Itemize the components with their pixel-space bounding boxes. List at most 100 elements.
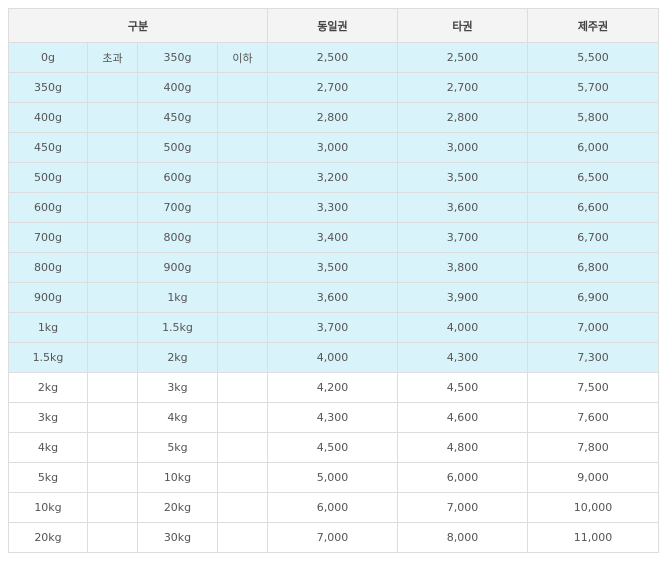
cell-weight-from: 0g <box>8 42 88 73</box>
table-row: 600g 700g 3,300 3,600 6,600 <box>8 192 659 223</box>
cell-rate-other: 2,800 <box>397 102 528 133</box>
cell-rate-other: 3,800 <box>397 252 528 283</box>
cell-rate-other: 4,500 <box>397 372 528 403</box>
cell-weight-to: 900g <box>137 252 218 283</box>
cell-under-label <box>217 222 268 253</box>
cell-over-label <box>87 342 138 373</box>
cell-rate-jeju: 6,500 <box>527 162 659 193</box>
cell-weight-to: 400g <box>137 72 218 103</box>
cell-over-label <box>87 102 138 133</box>
cell-rate-jeju: 10,000 <box>527 492 659 523</box>
table-row: 1.5kg 2kg 4,000 4,300 7,300 <box>8 342 659 373</box>
cell-rate-jeju: 6,000 <box>527 132 659 163</box>
cell-over-label <box>87 432 138 463</box>
table-body: 0g 초과 350g 이하 2,500 2,500 5,500 350g 400g 2,700 2,… <box>8 42 659 553</box>
table-row: 5kg 10kg 5,000 6,000 9,000 <box>8 462 659 493</box>
cell-rate-jeju: 5,800 <box>527 102 659 133</box>
table-row: 700g 800g 3,400 3,700 6,700 <box>8 222 659 253</box>
table-row: 800g 900g 3,500 3,800 6,800 <box>8 252 659 283</box>
cell-rate-mainland: 4,300 <box>267 402 398 433</box>
cell-rate-jeju: 6,700 <box>527 222 659 253</box>
table-header: 구분 동일권 타권 제주권 <box>8 8 659 43</box>
cell-over-label <box>87 252 138 283</box>
table-row: 900g 1kg 3,600 3,900 6,900 <box>8 282 659 313</box>
cell-rate-mainland: 3,500 <box>267 252 398 283</box>
table-row: 10kg 20kg 6,000 7,000 10,000 <box>8 492 659 523</box>
cell-rate-mainland: 3,200 <box>267 162 398 193</box>
table-row: 500g 600g 3,200 3,500 6,500 <box>8 162 659 193</box>
cell-rate-mainland: 3,300 <box>267 192 398 223</box>
cell-over-label <box>87 222 138 253</box>
cell-under-label <box>217 492 268 523</box>
cell-weight-to: 10kg <box>137 462 218 493</box>
cell-weight-from: 900g <box>8 282 88 313</box>
cell-weight-from: 5kg <box>8 462 88 493</box>
cell-weight-to: 4kg <box>137 402 218 433</box>
cell-rate-mainland: 4,500 <box>267 432 398 463</box>
cell-rate-jeju: 6,800 <box>527 252 659 283</box>
cell-weight-to: 3kg <box>137 372 218 403</box>
cell-rate-mainland: 3,400 <box>267 222 398 253</box>
cell-over-label <box>87 462 138 493</box>
cell-rate-other: 7,000 <box>397 492 528 523</box>
cell-weight-to: 500g <box>137 132 218 163</box>
cell-weight-from: 1kg <box>8 312 88 343</box>
cell-rate-mainland: 6,000 <box>267 492 398 523</box>
header-zone-mainland: 동일권 <box>267 8 398 43</box>
cell-weight-to: 5kg <box>137 432 218 463</box>
cell-rate-mainland: 2,800 <box>267 102 398 133</box>
cell-weight-from: 350g <box>8 72 88 103</box>
cell-under-label <box>217 402 268 433</box>
cell-under-label: 이하 <box>217 42 268 73</box>
header-zone-jeju: 제주권 <box>527 8 659 43</box>
cell-under-label <box>217 162 268 193</box>
header-zone-other: 타권 <box>397 8 528 43</box>
table-row: 20kg 30kg 7,000 8,000 11,000 <box>8 522 659 553</box>
cell-weight-to: 20kg <box>137 492 218 523</box>
cell-weight-from: 700g <box>8 222 88 253</box>
cell-weight-to: 2kg <box>137 342 218 373</box>
cell-rate-mainland: 2,500 <box>267 42 398 73</box>
cell-rate-other: 2,500 <box>397 42 528 73</box>
cell-rate-jeju: 7,300 <box>527 342 659 373</box>
shipping-rate-table: 구분 동일권 타권 제주권 0g 초과 350g 이하 2,500 2,500 5,500 3… <box>8 8 659 553</box>
cell-rate-other: 3,700 <box>397 222 528 253</box>
cell-weight-from: 4kg <box>8 432 88 463</box>
cell-rate-jeju: 5,500 <box>527 42 659 73</box>
table-row: 1kg 1.5kg 3,700 4,000 7,000 <box>8 312 659 343</box>
cell-rate-mainland: 3,600 <box>267 282 398 313</box>
cell-over-label <box>87 372 138 403</box>
cell-rate-other: 4,600 <box>397 402 528 433</box>
cell-rate-jeju: 6,900 <box>527 282 659 313</box>
table-row: 450g 500g 3,000 3,000 6,000 <box>8 132 659 163</box>
cell-weight-from: 1.5kg <box>8 342 88 373</box>
cell-rate-mainland: 4,200 <box>267 372 398 403</box>
cell-over-label <box>87 492 138 523</box>
cell-rate-jeju: 5,700 <box>527 72 659 103</box>
cell-weight-to: 1.5kg <box>137 312 218 343</box>
table-row: 4kg 5kg 4,500 4,800 7,800 <box>8 432 659 463</box>
cell-over-label <box>87 282 138 313</box>
cell-rate-mainland: 2,700 <box>267 72 398 103</box>
table-row: 0g 초과 350g 이하 2,500 2,500 5,500 <box>8 42 659 73</box>
cell-weight-from: 450g <box>8 132 88 163</box>
table-row: 400g 450g 2,800 2,800 5,800 <box>8 102 659 133</box>
cell-rate-other: 2,700 <box>397 72 528 103</box>
cell-over-label <box>87 132 138 163</box>
cell-under-label <box>217 282 268 313</box>
cell-weight-from: 400g <box>8 102 88 133</box>
cell-rate-mainland: 3,000 <box>267 132 398 163</box>
cell-weight-to: 600g <box>137 162 218 193</box>
cell-weight-to: 350g <box>137 42 218 73</box>
cell-weight-from: 20kg <box>8 522 88 553</box>
cell-under-label <box>217 102 268 133</box>
cell-weight-to: 30kg <box>137 522 218 553</box>
cell-weight-to: 700g <box>137 192 218 223</box>
cell-under-label <box>217 132 268 163</box>
cell-over-label <box>87 192 138 223</box>
cell-under-label <box>217 432 268 463</box>
cell-rate-jeju: 7,500 <box>527 372 659 403</box>
cell-weight-to: 800g <box>137 222 218 253</box>
table-row: 2kg 3kg 4,200 4,500 7,500 <box>8 372 659 403</box>
cell-rate-jeju: 7,800 <box>527 432 659 463</box>
